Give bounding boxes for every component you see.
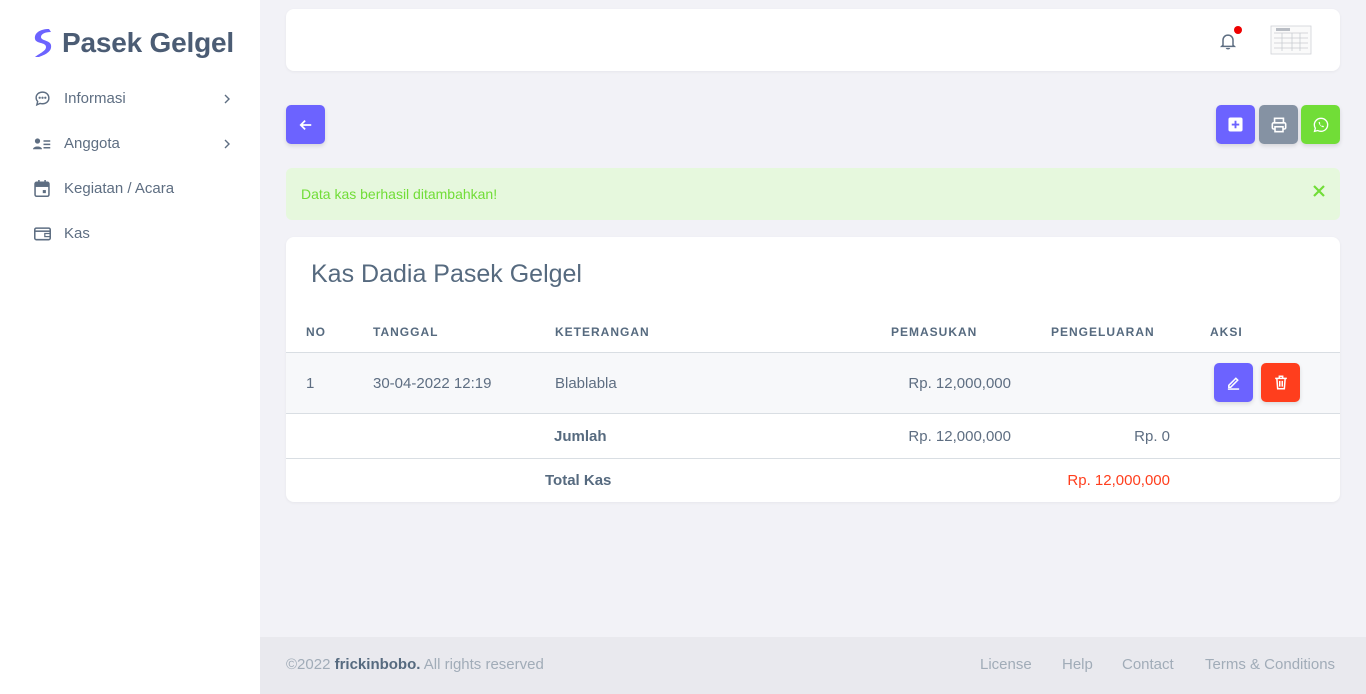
sidebar-item-informasi[interactable]: Informasi xyxy=(0,76,260,121)
column-header-keterangan: KETERANGAN xyxy=(555,325,650,339)
jumlah-pengeluaran: Rp. 0 xyxy=(1134,428,1170,445)
jumlah-pemasukan: Rp. 12,000,000 xyxy=(908,428,1011,445)
brand-logo-icon xyxy=(34,29,52,57)
row-divider xyxy=(286,413,1340,414)
brand[interactable]: Pasek Gelgel xyxy=(30,26,234,60)
total-kas-value: Rp. 12,000,000 xyxy=(1067,472,1170,489)
card-title: Kas Dadia Pasek Gelgel xyxy=(311,260,582,288)
kas-card: Kas Dadia Pasek Gelgel NO TANGGAL KETERA… xyxy=(286,237,1340,502)
print-button[interactable] xyxy=(1259,105,1298,144)
chevron-right-icon xyxy=(224,94,230,103)
whatsapp-icon xyxy=(1313,117,1328,132)
cell-no: 1 xyxy=(306,375,315,392)
cell-keterangan: Blablabla xyxy=(555,375,617,392)
bell-icon[interactable] xyxy=(1218,31,1238,51)
copyright-author[interactable]: frickinbobo. xyxy=(335,656,421,673)
footer-link-contact[interactable]: Contact xyxy=(1122,656,1174,673)
success-alert: Data kas berhasil ditambahkan! xyxy=(286,168,1340,220)
cell-tanggal: 30-04-2022 12:19 xyxy=(373,375,492,392)
back-button[interactable] xyxy=(286,105,325,144)
sidebar-item-label: Kegiatan / Acara xyxy=(64,180,175,197)
sidebar-item-kegiatan[interactable]: Kegiatan / Acara xyxy=(0,166,260,211)
alert-message: Data kas berhasil ditambahkan! xyxy=(301,186,498,202)
printer-icon xyxy=(1271,117,1286,132)
jumlah-label: Jumlah xyxy=(554,428,607,445)
sidebar-item-label: Kas xyxy=(64,225,90,242)
add-kas-button[interactable] xyxy=(1216,105,1255,144)
row-divider xyxy=(286,458,1340,459)
users-list-icon xyxy=(33,135,51,153)
sidebar-item-label: Anggota xyxy=(64,135,120,152)
column-header-aksi: AKSI xyxy=(1210,325,1243,339)
arrow-left-icon xyxy=(299,119,311,130)
wallet-icon xyxy=(33,225,51,243)
close-icon[interactable] xyxy=(1312,184,1326,198)
top-navbar xyxy=(286,9,1340,71)
sidebar-item-label: Informasi xyxy=(64,90,126,107)
whatsapp-share-button[interactable] xyxy=(1301,105,1340,144)
avatar[interactable] xyxy=(1270,25,1312,55)
sidebar: Pasek Gelgel Informasi Anggota Kegiatan … xyxy=(0,0,260,694)
chat-icon xyxy=(33,90,51,108)
trash-icon xyxy=(1274,375,1287,390)
edit-button[interactable] xyxy=(1214,363,1253,402)
plus-square-icon xyxy=(1228,117,1243,132)
chevron-right-icon xyxy=(224,139,230,148)
footer-link-terms[interactable]: Terms & Conditions xyxy=(1205,656,1335,673)
total-kas-label: Total Kas xyxy=(545,472,612,489)
sidebar-nav: Informasi Anggota Kegiatan / Acara Kas xyxy=(0,76,260,256)
cell-pemasukan: Rp. 12,000,000 xyxy=(908,375,1011,392)
pencil-icon xyxy=(1227,377,1240,390)
column-header-no: NO xyxy=(306,325,326,339)
notification-badge xyxy=(1234,26,1242,34)
copyright-suffix: All rights reserved xyxy=(420,656,544,673)
sidebar-item-kas[interactable]: Kas xyxy=(0,211,260,256)
calendar-icon xyxy=(33,180,51,198)
footer-link-license[interactable]: License xyxy=(980,656,1032,673)
footer: ©2022 frickinbobo. All rights reserved L… xyxy=(260,637,1366,694)
copyright: ©2022 frickinbobo. All rights reserved xyxy=(286,656,544,673)
delete-button[interactable] xyxy=(1261,363,1300,402)
brand-name: Pasek Gelgel xyxy=(62,27,234,58)
column-header-pemasukan: PEMASUKAN xyxy=(891,325,978,339)
footer-link-help[interactable]: Help xyxy=(1062,656,1093,673)
column-header-pengeluaran: PENGELUARAN xyxy=(1051,325,1155,339)
copyright-prefix: ©2022 xyxy=(286,656,335,673)
column-header-tanggal: TANGGAL xyxy=(373,325,439,339)
sidebar-item-anggota[interactable]: Anggota xyxy=(0,121,260,166)
